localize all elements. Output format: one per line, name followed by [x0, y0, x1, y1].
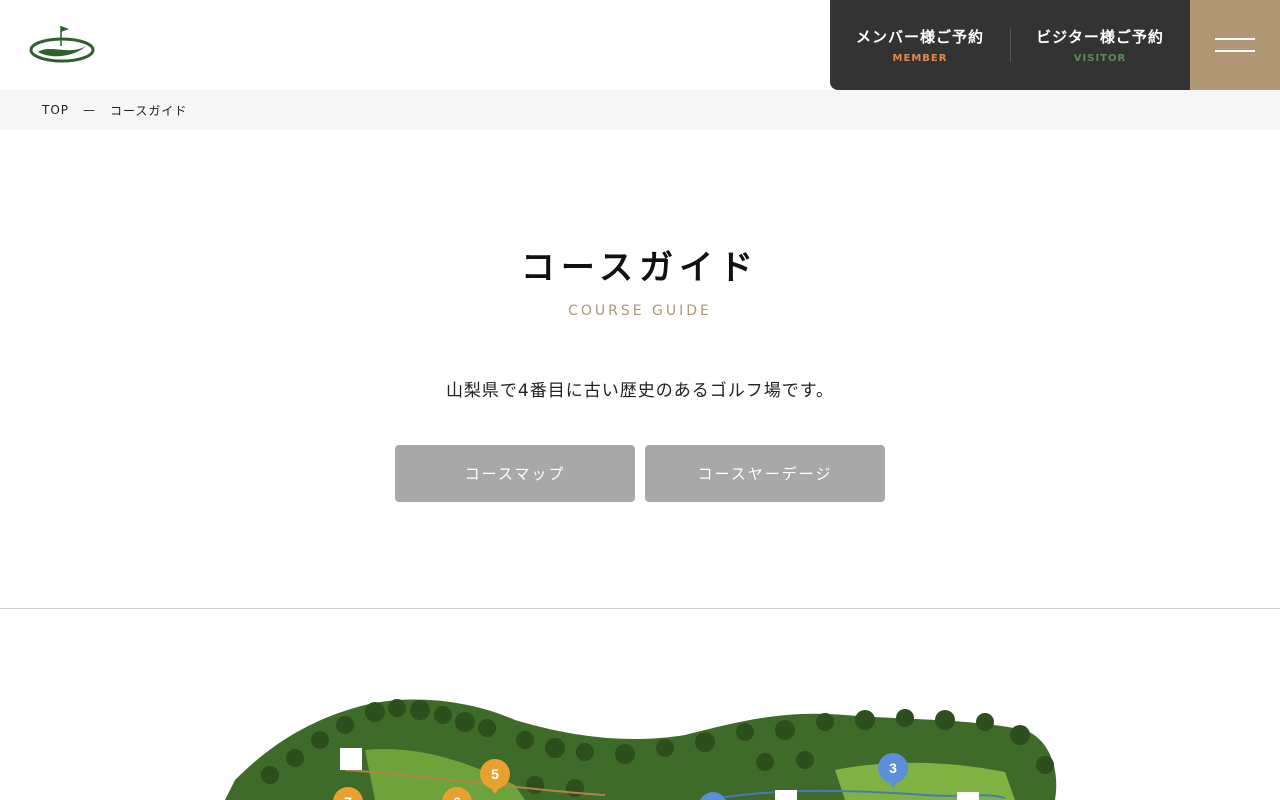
svg-text:3: 3 — [889, 760, 897, 776]
svg-text:6: 6 — [453, 794, 461, 800]
hamburger-menu-button[interactable] — [1190, 0, 1280, 90]
svg-text:5: 5 — [491, 766, 499, 782]
breadcrumb-separator: — — [83, 103, 97, 117]
breadcrumb-current: コースガイド — [110, 103, 188, 118]
site-header: メンバー様ご予約 MEMBER ビジター様ご予約 VISITOR — [0, 0, 1280, 90]
breadcrumb-top-link[interactable]: TOP — [42, 103, 69, 117]
member-reservation-label: メンバー様ご予約 — [855, 28, 984, 46]
club-logo-icon[interactable] — [28, 22, 98, 66]
lead-text: 山梨県で4番目に古い歴史のあるゴルフ場です。 — [445, 381, 835, 401]
member-reservation-button[interactable]: メンバー様ご予約 MEMBER — [830, 0, 1010, 90]
reservation-panel: メンバー様ご予約 MEMBER ビジター様ご予約 VISITOR — [830, 0, 1190, 90]
svg-text:7: 7 — [344, 794, 352, 800]
breadcrumb: TOP — コースガイド — [0, 90, 1280, 130]
menu-line-icon — [1215, 38, 1255, 40]
visitor-reservation-sublabel: VISITOR — [1073, 53, 1127, 64]
course-yardage-button[interactable]: コースヤーデージ — [645, 445, 885, 502]
member-reservation-sublabel: MEMBER — [892, 53, 948, 64]
page-subtitle: COURSE GUIDE — [568, 303, 712, 319]
page-title: コースガイド — [520, 248, 760, 288]
section-divider — [0, 608, 1280, 609]
visitor-reservation-label: ビジター様ご予約 — [1036, 28, 1164, 46]
visitor-reservation-button[interactable]: ビジター様ご予約 VISITOR — [1010, 0, 1190, 90]
page-heading: コースガイド COURSE GUIDE — [0, 240, 1280, 319]
menu-line-icon — [1215, 50, 1255, 52]
course-nav-buttons: コースマップ コースヤーデージ — [395, 445, 885, 502]
reserve-divider — [1010, 28, 1011, 62]
course-map-button[interactable]: コースマップ — [395, 445, 635, 502]
course-map-image: 5 6 7 3 — [225, 690, 1065, 800]
